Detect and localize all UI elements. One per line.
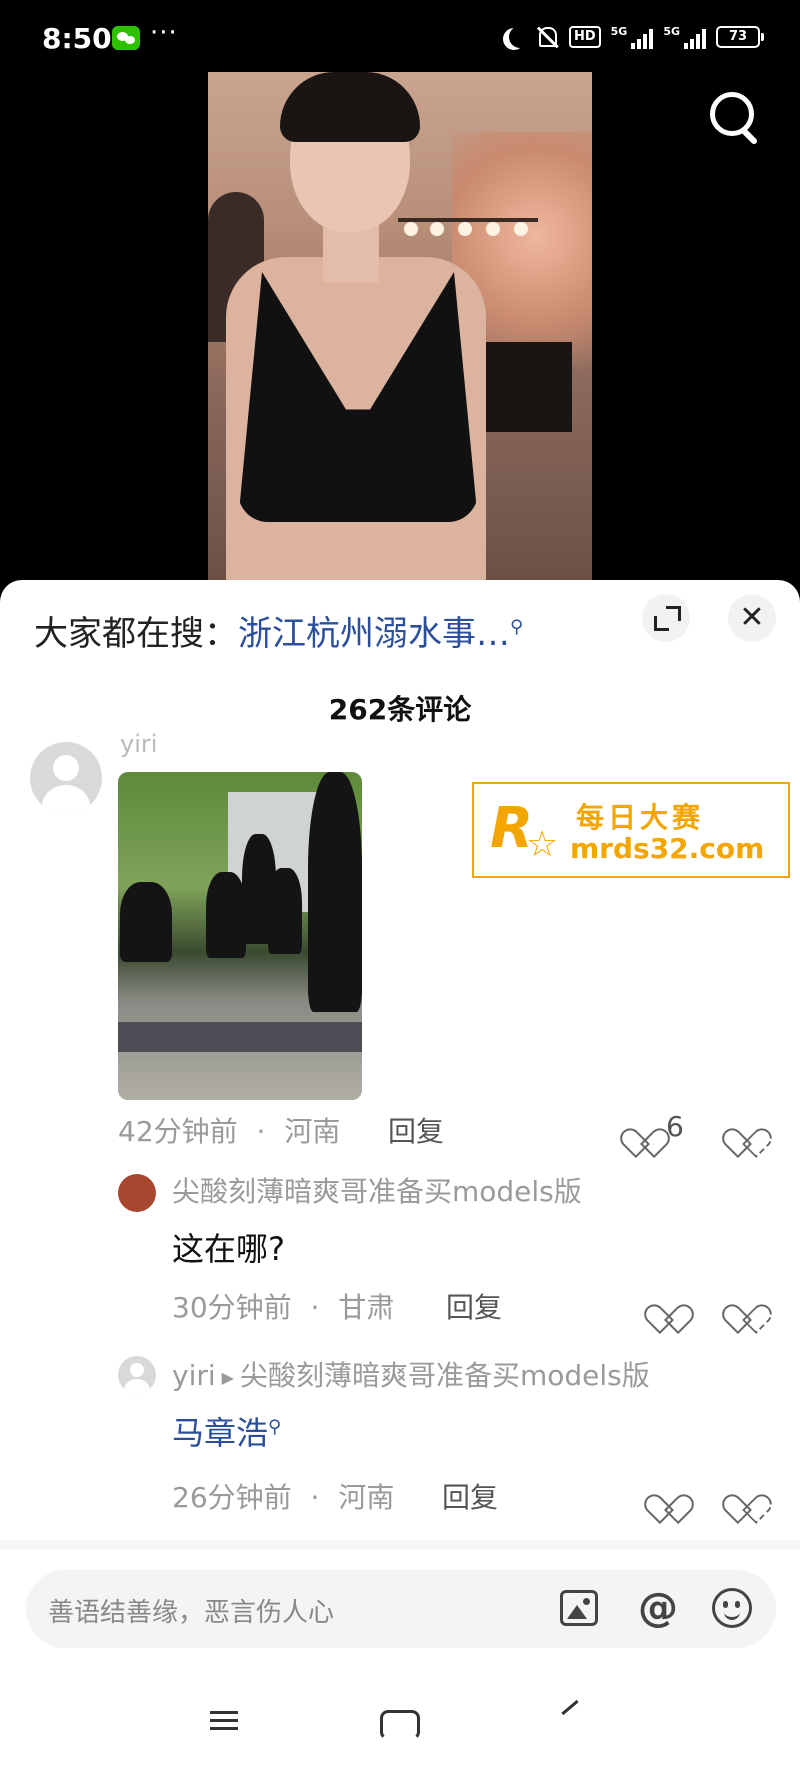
- system-nav-bar: [0, 1680, 800, 1778]
- emoji-icon[interactable]: [712, 1588, 752, 1628]
- video-frame[interactable]: [208, 72, 592, 580]
- search-icon[interactable]: [704, 86, 764, 146]
- close-button[interactable]: ✕: [728, 594, 776, 642]
- hot-search-prefix: 大家都在搜：: [34, 614, 238, 654]
- expand-button[interactable]: [642, 594, 690, 642]
- battery-icon: 73: [716, 26, 764, 48]
- search-small-icon: ⚲: [268, 1416, 282, 1438]
- reply-button[interactable]: 回复: [446, 1286, 502, 1326]
- menu-icon[interactable]: [210, 1706, 250, 1742]
- more-notifications-icon: ···: [150, 18, 178, 48]
- comment-meta: 26分钟前 · 河南: [172, 1481, 395, 1514]
- comment-sheet: 大家都在搜：浙江杭州溺水事…⚲ ✕ 262条评论 yiri R ☆ 每日大赛 m…: [0, 580, 800, 1778]
- do-not-disturb-icon: [509, 26, 531, 48]
- watermark-name: 每日大赛: [576, 801, 705, 834]
- like-icon[interactable]: [652, 1292, 682, 1320]
- hot-search-banner[interactable]: 大家都在搜：浙江杭州溺水事…⚲: [34, 606, 523, 655]
- video-player[interactable]: [0, 72, 800, 592]
- image-icon[interactable]: [560, 1590, 598, 1626]
- avatar[interactable]: [118, 1174, 156, 1212]
- star-icon: ☆: [526, 824, 559, 865]
- search-small-icon: ⚲: [510, 616, 524, 638]
- muted-bell-icon: [535, 25, 559, 49]
- comment-text: 这在哪?: [172, 1230, 285, 1268]
- dislike-icon[interactable]: [730, 1482, 760, 1510]
- like-icon[interactable]: [652, 1482, 682, 1510]
- mention-icon[interactable]: @: [636, 1586, 680, 1630]
- divider: [0, 1540, 800, 1550]
- watermark-url: mrds32.com: [570, 832, 765, 865]
- avatar[interactable]: [118, 1356, 156, 1394]
- status-time: 8:50: [42, 22, 112, 55]
- comment-count: 262条评论: [328, 693, 472, 726]
- comment-image[interactable]: [118, 772, 362, 1100]
- reply-button[interactable]: 回复: [442, 1476, 498, 1516]
- like-count: 6: [666, 1110, 684, 1143]
- avatar[interactable]: [30, 742, 102, 814]
- signal-icon-2: 5G: [663, 25, 706, 49]
- comment-username[interactable]: 尖酸刻薄暗爽哥准备买models版: [172, 1170, 582, 1210]
- status-bar: 8:50 ··· HD 5G 5G 73: [0, 0, 800, 72]
- wechat-icon: [112, 26, 140, 50]
- comment-meta: 42分钟前 · 河南: [118, 1115, 341, 1148]
- hd-voice-icon: HD: [568, 26, 601, 48]
- home-icon[interactable]: [380, 1710, 420, 1740]
- reply-button[interactable]: 回复: [388, 1110, 444, 1150]
- signal-icon: 5G: [611, 25, 654, 49]
- comment-username[interactable]: yiri ▶ 尖酸刻薄暗爽哥准备买models版: [172, 1354, 650, 1394]
- dislike-icon[interactable]: [730, 1116, 760, 1144]
- dislike-icon[interactable]: [730, 1292, 760, 1320]
- comment-text-link[interactable]: 马章浩⚲: [172, 1408, 281, 1454]
- comment-username[interactable]: yiri: [120, 730, 157, 758]
- like-icon[interactable]: [628, 1116, 658, 1144]
- comment-input-placeholder[interactable]: 善语结善缘，恶言伤人心: [48, 1592, 334, 1629]
- hot-search-link[interactable]: 浙江杭州溺水事…: [238, 614, 510, 654]
- comment-input[interactable]: 善语结善缘，恶言伤人心 @: [26, 1570, 776, 1648]
- back-icon[interactable]: [561, 1699, 579, 1716]
- watermark-logo: R ☆ 每日大赛 mrds32.com: [472, 782, 790, 878]
- comment-meta: 30分钟前 · 甘肃: [172, 1291, 395, 1324]
- reply-arrow-icon: ▶: [221, 1367, 234, 1387]
